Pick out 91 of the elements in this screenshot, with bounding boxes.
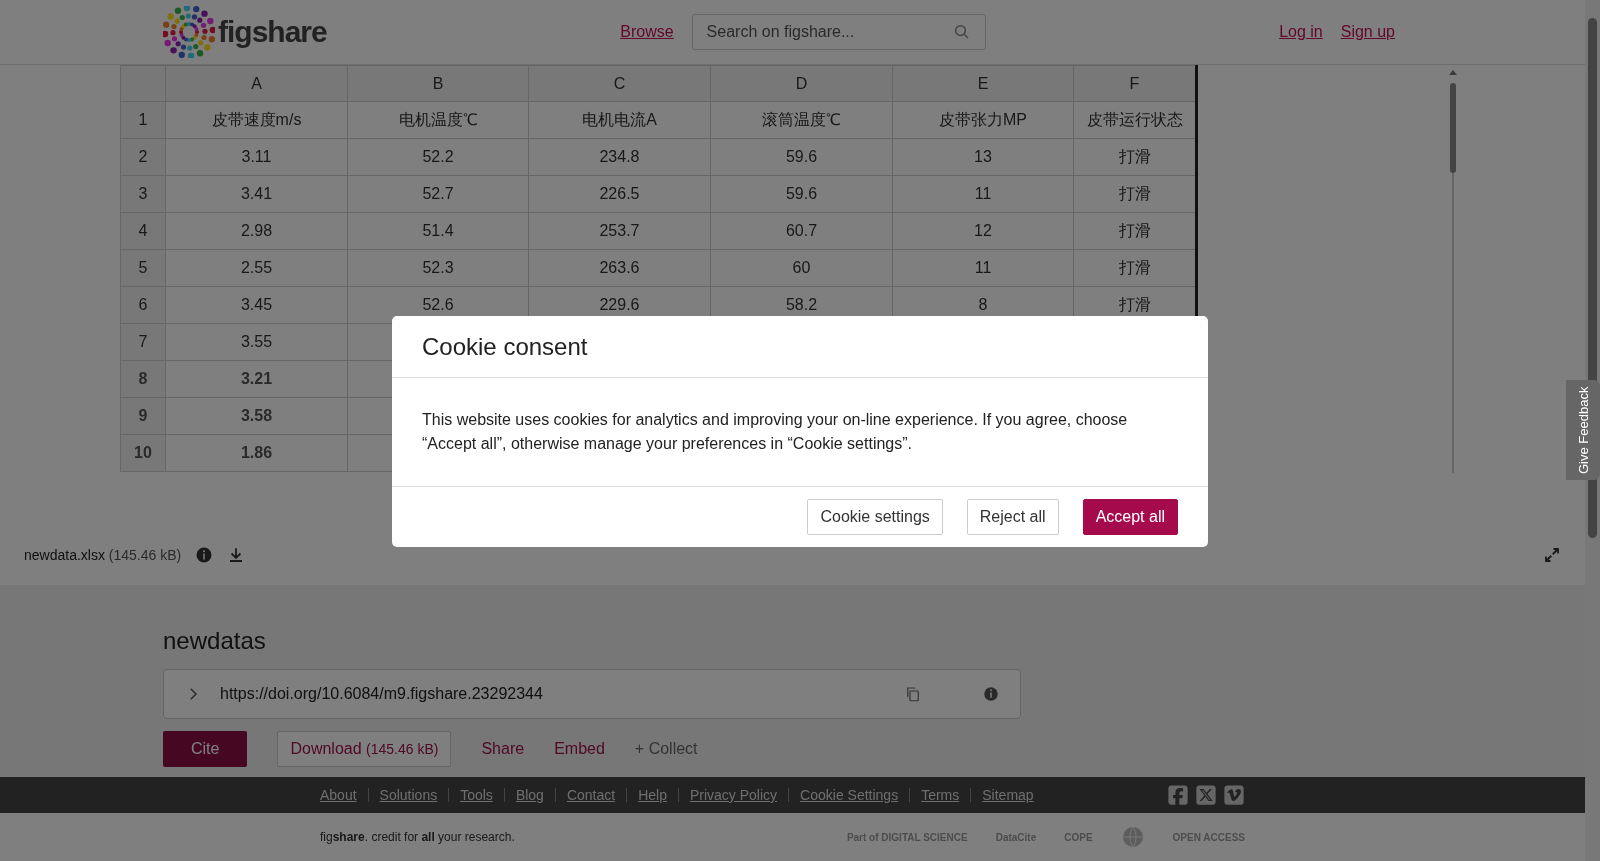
copy-icon xyxy=(904,685,922,703)
row-number: 4 xyxy=(120,212,166,250)
expand-icon xyxy=(1543,546,1561,564)
table-cell: 3.58 xyxy=(165,397,348,435)
row-number: 1 xyxy=(120,101,166,139)
table-cell: 皮带运行状态 xyxy=(1073,101,1197,139)
table-cell: 皮带张力MP xyxy=(892,101,1074,139)
search-field[interactable]: Search on figshare... xyxy=(691,14,986,50)
globe-icon xyxy=(1120,825,1145,849)
table-cell: 滚筒温度℃ xyxy=(710,101,893,139)
row-number: 3 xyxy=(120,175,166,213)
column-header: A xyxy=(165,65,348,102)
table-cell: 3.55 xyxy=(165,323,348,361)
table-cell: 60.7 xyxy=(710,212,893,250)
table-cell: 打滑 xyxy=(1073,212,1197,250)
row-number: 10 xyxy=(120,434,166,472)
footer-link[interactable]: Tools xyxy=(460,787,493,803)
table-cell: 3.45 xyxy=(165,286,348,324)
row-number: 9 xyxy=(120,397,166,435)
footer-link[interactable]: About xyxy=(320,787,357,803)
table-cell: 2.55 xyxy=(165,249,348,287)
table-cell: 253.7 xyxy=(528,212,711,250)
item-title: newdatas xyxy=(163,627,267,655)
footer-link[interactable]: Help xyxy=(638,787,667,803)
doi-text: https://doi.org/10.6084/m9.figshare.23292344 xyxy=(220,685,543,703)
collect-link[interactable]: + Collect xyxy=(634,731,698,767)
table-cell: 打滑 xyxy=(1073,175,1197,213)
row-number: 8 xyxy=(120,360,166,398)
table-cell: 226.5 xyxy=(528,175,711,213)
table-cell: 51.4 xyxy=(347,212,529,250)
table-cell: 52.7 xyxy=(347,175,529,213)
table-cell: 52.2 xyxy=(347,138,529,176)
table-cell: 52.3 xyxy=(347,249,529,287)
table-cell: 59.6 xyxy=(710,175,893,213)
vimeo-icon[interactable] xyxy=(1223,784,1245,806)
x-icon[interactable] xyxy=(1195,784,1217,806)
column-header: B xyxy=(347,65,529,102)
tagline: figshare. credit for all your research. xyxy=(320,830,515,844)
auth-link[interactable]: Log in xyxy=(1279,23,1323,41)
footer-link[interactable]: Cookie Settings xyxy=(800,787,899,803)
logo-text[interactable]: figshare xyxy=(218,15,327,49)
row-number: 5 xyxy=(120,249,166,287)
table-cell: 11 xyxy=(892,175,1074,213)
footer-link[interactable]: Privacy Policy xyxy=(689,787,778,803)
dialog-title: Cookie consent xyxy=(422,332,588,361)
table-cell: 59.6 xyxy=(710,138,893,176)
table-cell: 13 xyxy=(892,138,1074,176)
row-number: 6 xyxy=(120,286,166,324)
table-cell: 打滑 xyxy=(1073,138,1197,176)
table-cell: 电机电流A xyxy=(528,101,711,139)
row-number: 2 xyxy=(120,138,166,176)
table-cell: 11 xyxy=(892,249,1074,287)
accept-button[interactable]: Accept all xyxy=(1082,499,1178,535)
table-cell: 60 xyxy=(710,249,893,287)
file-name: newdata.xlsx (145.46 kB) xyxy=(24,547,182,563)
feedback-tab[interactable]: Give Feedback xyxy=(1566,380,1600,480)
dialog-text: This website uses cookies for analytics and improving your on-line experience. If you agree, choose “Accept all”, otherwise manage your preferences in “Cookie settings”. xyxy=(392,378,1208,487)
footer-link[interactable]: Blog xyxy=(515,787,544,803)
dialog-button[interactable]: Cookie settings xyxy=(807,499,943,535)
table-cell: 2.98 xyxy=(165,212,348,250)
dialog-button[interactable]: Reject all xyxy=(966,499,1059,535)
table-cell: 皮带速度m/s xyxy=(165,101,348,139)
info-icon xyxy=(195,546,214,564)
table-cell: 263.6 xyxy=(528,249,711,287)
action-link[interactable]: Embed xyxy=(554,731,605,767)
cite-button[interactable]: Cite xyxy=(163,731,248,767)
column-header: C xyxy=(528,65,711,102)
facebook-icon[interactable] xyxy=(1167,784,1189,806)
auth-link[interactable]: Sign up xyxy=(1340,23,1395,41)
row-number: 7 xyxy=(120,323,166,361)
column-header: E xyxy=(892,65,1074,102)
footer-link[interactable]: Sitemap xyxy=(982,787,1034,803)
search-icon xyxy=(952,23,971,41)
footer-link[interactable]: Solutions xyxy=(379,787,438,803)
table-cell: 电机温度℃ xyxy=(347,101,529,139)
table-cell: 打滑 xyxy=(1073,249,1197,287)
table-cell: 1.86 xyxy=(165,434,348,472)
column-header: F xyxy=(1073,65,1197,102)
action-link[interactable]: Share xyxy=(481,731,525,767)
info-icon xyxy=(982,685,1000,703)
table-cell: 12 xyxy=(892,212,1074,250)
table-cell: 3.41 xyxy=(165,175,348,213)
table-cell: 234.8 xyxy=(528,138,711,176)
download-button[interactable]: Download (145.46 kB) xyxy=(277,731,452,767)
footer-link[interactable]: Terms xyxy=(921,787,960,803)
table-cell: 3.11 xyxy=(165,138,348,176)
logo-icon xyxy=(163,6,215,58)
table-cell: 3.21 xyxy=(165,360,348,398)
column-header: D xyxy=(710,65,893,102)
footer-link[interactable]: Contact xyxy=(566,787,616,803)
browse-link[interactable]: Browse xyxy=(620,23,674,41)
